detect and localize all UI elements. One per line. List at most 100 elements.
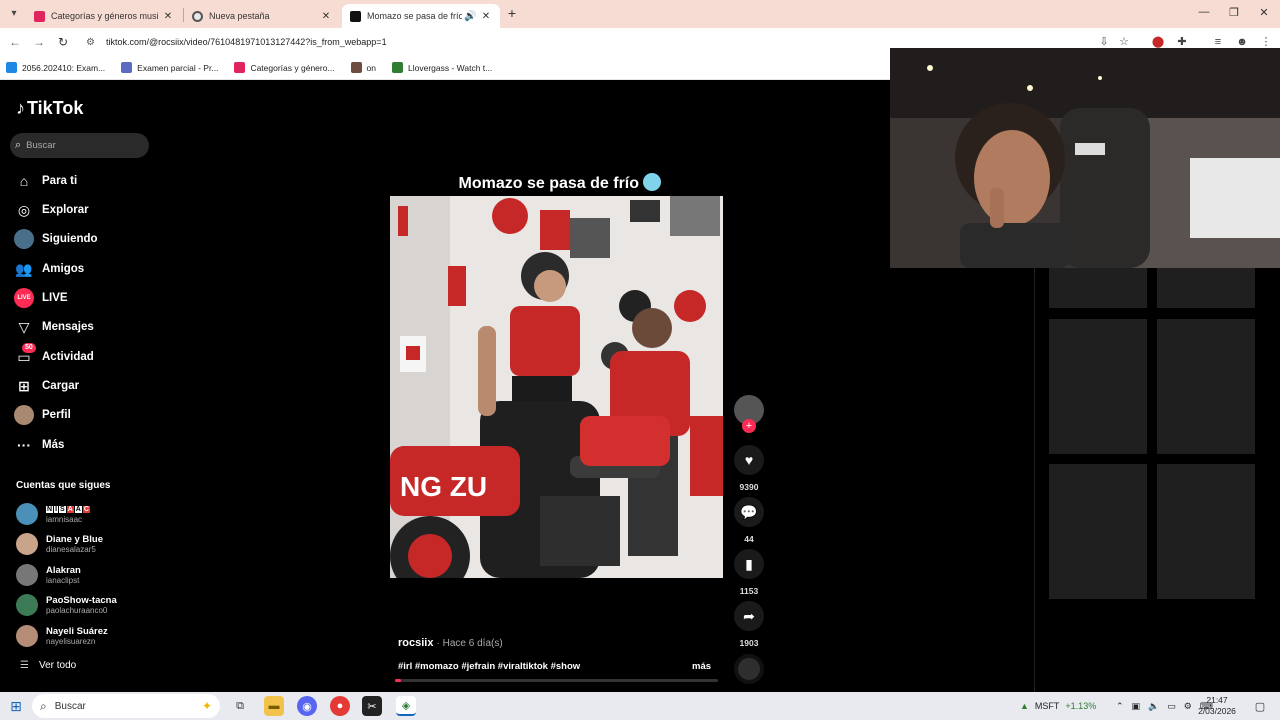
video-player[interactable]: NG ZU xyxy=(390,196,723,578)
bookmark-item[interactable]: 2056.202410: Exam... xyxy=(6,62,105,73)
bookmark-item[interactable]: Examen parcial - Pr... xyxy=(121,62,218,73)
search-icon: ⌕ xyxy=(40,698,47,713)
back-arrow-icon[interactable]: ← xyxy=(8,35,22,49)
file-explorer-icon[interactable]: ▬ xyxy=(264,696,284,716)
video-hashtags[interactable]: #irl #momazo #jefrain #viraltiktok #show xyxy=(398,661,580,672)
site-info-icon[interactable]: ⚙ xyxy=(86,37,100,48)
clock-date: 2/03/2026 xyxy=(1198,706,1236,716)
close-window-button[interactable]: ✕ xyxy=(1254,6,1274,22)
save-button[interactable]: ▮ 1153 xyxy=(734,549,764,596)
nav-label: Mensajes xyxy=(42,321,94,333)
account-name: Nayeli Suárez xyxy=(46,625,108,637)
video-thumbnail-placeholder[interactable] xyxy=(1157,319,1255,454)
logo-text: TikTok xyxy=(27,98,84,118)
tab-title: Nueva pestaña xyxy=(209,11,270,21)
obs-icon[interactable]: ● xyxy=(330,696,350,716)
nav-label: Explorar xyxy=(42,204,89,216)
see-all-following-button[interactable]: ☰ Ver todo xyxy=(20,660,76,671)
tab-list-chevron-icon[interactable]: ▾ xyxy=(6,6,22,22)
bookmark-item[interactable]: Llovergass - Watch t... xyxy=(392,62,492,73)
compass-icon: ◎ xyxy=(17,201,31,218)
nav-actividad[interactable]: ▭ 50 Actividad xyxy=(14,343,94,368)
reload-icon[interactable]: ↻ xyxy=(56,35,70,49)
more-caption-button[interactable]: más xyxy=(692,661,711,672)
video-thumbnail-placeholder[interactable] xyxy=(1049,464,1147,599)
video-thumbnail-placeholder[interactable] xyxy=(1157,268,1255,308)
nav-label: Siguiendo xyxy=(42,233,98,245)
share-count: 1903 xyxy=(739,638,759,648)
chrome-favicon-icon xyxy=(192,10,203,22)
nav-label: Amigos xyxy=(42,263,85,275)
nav-live[interactable]: LIVE LIVE xyxy=(14,287,68,309)
bookmark-item[interactable]: Categorías y género... xyxy=(234,62,335,73)
following-account[interactable]: Alakran ianaclipst xyxy=(16,562,81,588)
notification-badge: 50 xyxy=(22,343,36,353)
comment-bubble-icon: 💬 xyxy=(734,497,764,527)
discord-icon[interactable]: ◉ xyxy=(297,696,317,716)
search-input[interactable] xyxy=(26,140,132,151)
following-account[interactable]: NISAAC iamnisaac xyxy=(16,501,90,527)
video-thumbnail-placeholder[interactable] xyxy=(1049,319,1147,454)
restore-button[interactable]: ❐ xyxy=(1224,6,1244,22)
search-box[interactable]: ⌕ xyxy=(10,133,149,158)
bookmark-item[interactable]: on xyxy=(350,62,376,73)
tab-close-icon[interactable]: ✕ xyxy=(162,11,174,22)
bookmark-favicon-icon xyxy=(350,62,362,73)
following-account[interactable]: Nayeli Suárez nayelisuarezn xyxy=(16,623,108,649)
task-view-icon[interactable]: ⧉ xyxy=(230,696,250,716)
see-all-label: Ver todo xyxy=(38,660,77,671)
music-disc-button[interactable] xyxy=(734,654,764,684)
nav-perfil[interactable]: Perfil xyxy=(14,404,71,426)
chrome-taskbar-icon[interactable]: ◈ xyxy=(396,696,416,716)
creator-avatar-button[interactable]: + xyxy=(734,395,764,433)
avatar xyxy=(16,625,38,647)
video-thumbnail-placeholder[interactable] xyxy=(1157,464,1255,599)
minimize-button[interactable]: — xyxy=(1194,6,1214,22)
tab-close-icon[interactable]: ✕ xyxy=(480,11,492,22)
related-videos-panel xyxy=(1034,268,1280,692)
windows-start-icon[interactable]: ⊞ xyxy=(6,696,26,716)
video-author[interactable]: rocsiix · Hace 6 día(s) xyxy=(398,637,503,649)
tray-chevron-icon[interactable]: ⌃ xyxy=(1116,701,1124,712)
account-name: Diane y Blue xyxy=(46,533,104,545)
tab-close-icon[interactable]: ✕ xyxy=(320,11,332,22)
nav-para-ti[interactable]: ⌂ Para ti xyxy=(14,170,77,192)
volume-icon[interactable]: 🔈 xyxy=(1148,701,1159,712)
video-progress-bar[interactable] xyxy=(395,679,718,682)
webcam-frame xyxy=(890,48,1280,268)
follow-plus-icon[interactable]: + xyxy=(742,419,756,433)
network-icon[interactable]: ▣ xyxy=(1132,701,1141,712)
nav-cargar[interactable]: ⊞ Cargar xyxy=(14,375,79,397)
nav-siguiendo[interactable]: Siguiendo xyxy=(14,228,98,250)
like-button[interactable]: ♥ 9390 xyxy=(734,445,764,492)
tab-categorias[interactable]: Categorías y géneros musicales ✕ xyxy=(26,4,182,28)
taskbar-search[interactable]: ⌕ Buscar ✦ xyxy=(32,694,220,718)
tiktok-logo[interactable]: ♪ TikTok xyxy=(16,98,83,119)
tab-nueva-pestana[interactable]: Nueva pestaña ✕ xyxy=(184,4,340,28)
clock[interactable]: 21:47 2/03/2026 xyxy=(1196,695,1238,717)
profile-icon xyxy=(14,405,34,425)
new-tab-button[interactable]: + xyxy=(504,6,520,22)
nav-mensajes[interactable]: ▽ Mensajes xyxy=(14,316,94,338)
following-account[interactable]: Diane y Blue dianesalazar5 xyxy=(16,531,103,557)
bookmark-label: Llovergass - Watch t... xyxy=(408,62,493,73)
share-button[interactable]: ➦ 1903 xyxy=(734,601,764,648)
speaker-icon[interactable]: 🔊 xyxy=(464,11,476,22)
nav-mas[interactable]: ··· Más xyxy=(14,434,64,456)
comment-button[interactable]: 💬 44 xyxy=(734,497,764,544)
tray-app-icon[interactable]: ⚙ xyxy=(1184,701,1192,712)
tab-tiktok-active[interactable]: Momazo se pasa de frío: H 🔊 ✕ xyxy=(342,4,500,28)
account-name: NISAAC xyxy=(46,506,90,513)
video-thumbnail-placeholder[interactable] xyxy=(1049,268,1147,308)
following-account[interactable]: PaoShow-tacna paolachuraanco0 xyxy=(16,592,117,618)
forward-arrow-icon[interactable]: → xyxy=(32,35,46,49)
capcut-icon[interactable]: ✂ xyxy=(362,696,382,716)
tiktok-note-icon: ♪ xyxy=(16,98,25,118)
account-username: ianaclipst xyxy=(46,575,80,585)
notifications-icon[interactable]: ▢ xyxy=(1250,696,1270,716)
nav-amigos[interactable]: 👥 Amigos xyxy=(14,258,84,280)
battery-icon[interactable]: ▭ xyxy=(1167,701,1176,712)
stock-widget[interactable]: ▲ MSFT +1.13% xyxy=(1020,692,1096,720)
nav-explorar[interactable]: ◎ Explorar xyxy=(14,199,89,221)
address-bar[interactable]: ⚙ tiktok.com/@rocsiix/video/761048197101… xyxy=(80,31,880,53)
